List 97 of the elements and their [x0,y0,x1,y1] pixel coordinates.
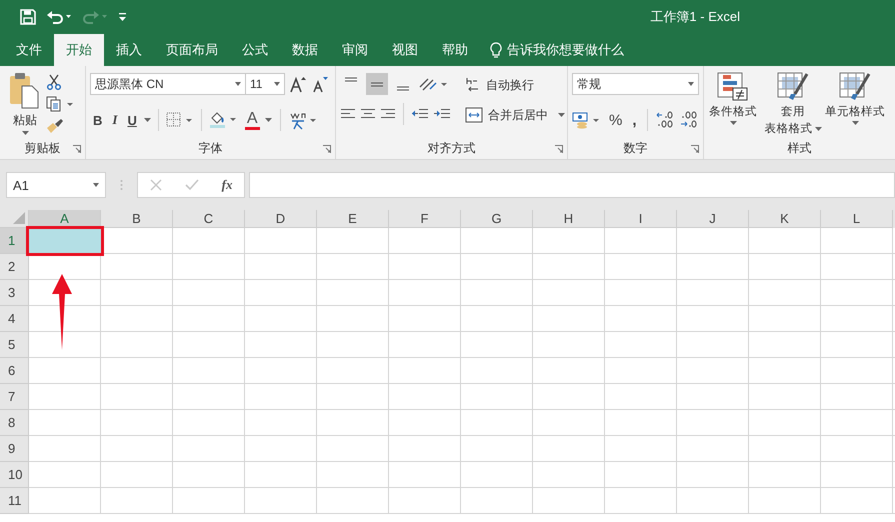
ribbon-tab[interactable]: 视图 [380,34,430,66]
save-icon[interactable] [20,9,36,25]
row-header[interactable]: 1 [0,228,29,254]
ribbon-tab[interactable]: 数据 [280,34,330,66]
caret-icon [730,121,736,125]
window-title: 工作簿1 - Excel [650,8,740,26]
caret-icon [852,121,858,125]
align-top-icon [344,77,358,82]
borders-icon[interactable] [166,112,194,128]
underline-button[interactable]: U [124,112,140,128]
insert-function-button[interactable]: fx [222,177,232,193]
selected-cell[interactable] [26,226,104,256]
group-label: 对齐方式 [428,140,476,156]
increase-font-size-icon[interactable] [289,75,307,93]
dialog-launcher-icon[interactable] [555,145,563,153]
caret-icon [814,126,822,130]
scissors-icon[interactable] [46,74,62,90]
grip-icon [120,179,123,191]
row-header[interactable]: 8 [0,410,29,436]
dialog-launcher-icon[interactable] [73,145,81,153]
ribbon-tab[interactable]: 页面布局 [154,34,230,66]
column-header[interactable]: I [605,210,677,228]
font-size-dropdown[interactable]: 11 [245,73,285,95]
number-format-dropdown[interactable]: 常规 [572,73,699,95]
row-header[interactable]: 10 [0,462,29,488]
paste-button[interactable]: 粘贴 [8,72,42,137]
bold-button[interactable]: B [90,112,106,128]
merge-center-button[interactable]: 合并后居中 [463,102,567,128]
fill-color-icon[interactable] [208,111,237,129]
clipboard-icon [9,72,41,110]
undo-icon[interactable] [46,9,72,25]
dialog-launcher-icon[interactable] [323,145,331,153]
align-right-icon[interactable] [380,107,396,121]
ribbon-tab[interactable]: 帮助 [430,34,480,66]
column-header[interactable]: L [821,210,893,228]
row-header[interactable]: 11 [0,488,29,514]
ribbon-tab[interactable]: 插入 [104,34,154,66]
tell-me-field[interactable]: 告诉我你想要做什么 [482,34,632,66]
customize-icon[interactable] [118,11,128,23]
group-label: 样式 [788,140,812,156]
row-header[interactable]: 9 [0,436,29,462]
table-brush-icon [839,72,871,102]
lightbulb-icon [490,42,502,58]
column-header[interactable]: H [533,210,605,228]
row-header[interactable]: 4 [0,306,29,332]
row-header[interactable]: 7 [0,384,29,410]
align-middle-icon [370,82,384,86]
decrease-decimal-icon[interactable] [678,111,699,129]
decrease-indent-icon[interactable] [411,107,429,121]
column-header[interactable]: J [677,210,749,228]
align-bottom-icon [396,86,410,91]
merge-cells-icon [465,107,483,123]
ribbon-tab[interactable]: 审阅 [330,34,380,66]
group-label: 字体 [198,140,222,156]
italic-button[interactable]: I [109,112,120,128]
row-header[interactable]: 5 [0,332,29,358]
column-header[interactable]: K [749,210,821,228]
increase-indent-icon[interactable] [433,107,451,121]
conditional-format-icon [717,72,749,102]
format-painter-icon[interactable] [46,118,64,134]
style-button[interactable]: 条件格式 [704,72,762,137]
caret-icon[interactable] [144,118,151,122]
row-header[interactable]: 6 [0,358,29,384]
column-header[interactable]: F [389,210,461,228]
ribbon-tab[interactable]: 文件 [4,34,54,66]
percent-button[interactable]: % [606,112,626,128]
copy-icon[interactable] [46,96,74,112]
font-name-dropdown[interactable]: 思源黑体 CN [90,73,246,95]
caret-icon[interactable] [264,118,273,122]
column-header[interactable]: E [317,210,389,228]
column-header[interactable]: C [173,210,245,228]
dialog-launcher-icon[interactable] [691,145,699,153]
column-header[interactable]: G [461,210,533,228]
vertical-align-button[interactable] [366,73,388,95]
column-header[interactable]: D [245,210,317,228]
formula-input[interactable] [249,172,895,198]
wrap-text-button[interactable]: 自动换行 [463,72,567,98]
decrease-font-size-icon[interactable] [311,75,329,93]
comma-button[interactable]: , [629,112,640,128]
cell-grid[interactable] [29,228,895,514]
ribbon-tab[interactable]: 开始 [54,34,104,66]
style-button[interactable]: 套用 表格格式 [764,72,822,137]
group-label: 剪贴板 [24,140,60,156]
increase-decimal-icon[interactable] [654,111,675,129]
wrap-text-icon [465,76,481,94]
align-center-icon[interactable] [360,107,376,121]
font-color-button[interactable]: A [244,110,260,130]
name-box[interactable]: A1 [6,172,106,198]
table-brush-icon [777,72,809,102]
row-header[interactable]: 2 [0,254,29,280]
caret-icon [22,131,28,135]
align-left-icon[interactable] [340,107,356,121]
currency-icon[interactable] [572,111,602,129]
style-button[interactable]: 单元格样式 [824,72,886,137]
ribbon-tab[interactable]: 公式 [230,34,280,66]
row-header[interactable]: 3 [0,280,29,306]
group-label: 数字 [624,140,648,156]
